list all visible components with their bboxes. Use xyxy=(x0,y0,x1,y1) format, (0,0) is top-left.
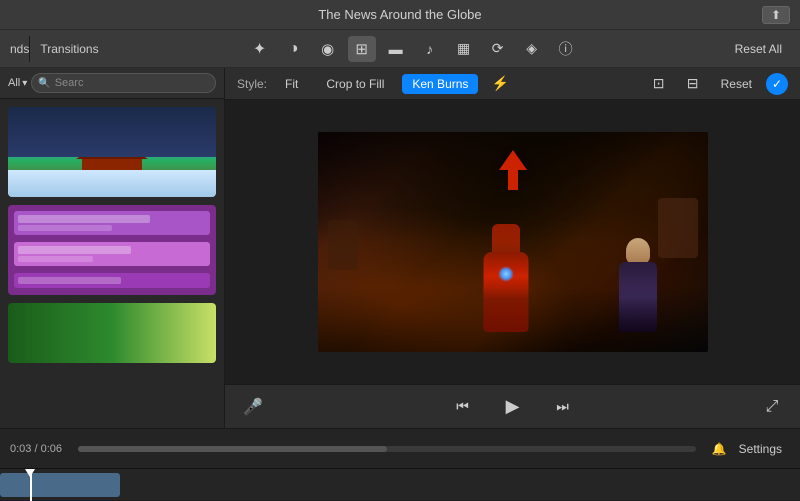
timecode-display: 0:03 / 0:06 xyxy=(10,443,62,455)
arrow-up-indicator xyxy=(499,150,527,170)
toolbar-left: nds Transitions xyxy=(10,36,99,62)
list-item[interactable] xyxy=(8,107,216,197)
sidebar: All ▾ 🔍 Searc xyxy=(0,68,225,428)
search-placeholder: Searc xyxy=(55,77,84,89)
skip-back-icon: ⏮ xyxy=(456,398,469,415)
toolbar-right: Reset All xyxy=(727,39,790,59)
fit-button[interactable]: Fit xyxy=(275,74,308,94)
thumbnail-image-1 xyxy=(8,107,216,197)
checkmark-icon: ✓ xyxy=(772,77,782,91)
layout-wrapper: All ▾ 🔍 Searc xyxy=(0,68,800,500)
style-icon-a: ⊡ xyxy=(653,75,665,92)
arrow-stem xyxy=(508,168,518,190)
timeline-progress xyxy=(78,446,387,452)
chevron-down-icon: ▾ xyxy=(22,78,27,89)
figure-chest-glow xyxy=(498,266,514,282)
equalizer-button[interactable]: ▦ xyxy=(450,36,478,62)
sidebar-search-bar: All ▾ 🔍 Searc xyxy=(0,68,224,99)
microphone-button[interactable]: 🎤 xyxy=(239,393,267,421)
skip-forward-icon: ⏭ xyxy=(556,398,569,415)
timeline-right: 🔔 Settings xyxy=(712,439,790,459)
timeline-area xyxy=(0,468,800,500)
speed-button[interactable]: ⟳ xyxy=(484,36,512,62)
list-item[interactable] xyxy=(8,205,216,295)
content-area: All ▾ 🔍 Searc xyxy=(0,68,800,428)
info-button[interactable]: ⓘ xyxy=(552,36,580,62)
palette-icon: ◉ xyxy=(321,40,334,58)
confirm-button[interactable]: ✓ xyxy=(766,73,788,95)
lightning-button[interactable]: ⚡ xyxy=(486,71,514,97)
camera-button[interactable]: ▬ xyxy=(382,36,410,62)
toolbar: nds Transitions ✦ ◑ ◉ ⊞ ▬ ♪ ▦ ⟳ ◈ xyxy=(0,30,800,68)
fullscreen-button[interactable]: ⤢ xyxy=(758,393,786,421)
window-title: The News Around the Globe xyxy=(318,7,481,22)
search-box[interactable]: 🔍 Searc xyxy=(31,73,216,93)
timeline-clip[interactable] xyxy=(0,473,120,497)
style-icon-a-button[interactable]: ⊡ xyxy=(645,71,673,97)
color-balance-button[interactable]: ◑ xyxy=(280,36,308,62)
right-panel: Style: Fit Crop to Fill Ken Burns ⚡ ⊡ ⊟ … xyxy=(225,68,800,428)
style-icon-b-button[interactable]: ⊟ xyxy=(679,71,707,97)
color-correction-button[interactable]: ◉ xyxy=(314,36,342,62)
skip-back-button[interactable]: ⏮ xyxy=(449,393,477,421)
reset-button[interactable]: Reset xyxy=(713,74,760,94)
stabilize-button[interactable]: ◈ xyxy=(518,36,546,62)
speed-icon: ⟳ xyxy=(492,40,504,57)
export-icon: ⬆ xyxy=(771,8,781,22)
color-wheel-icon: ◑ xyxy=(289,40,299,58)
crop-icon: ⊞ xyxy=(355,40,368,58)
play-icon: ▶ xyxy=(506,396,520,417)
video-scene xyxy=(318,132,708,352)
crop-to-fill-button[interactable]: Crop to Fill xyxy=(316,74,394,94)
skip-forward-button[interactable]: ⏭ xyxy=(549,393,577,421)
bars-icon: ▦ xyxy=(457,40,470,57)
controls-bar: 🎤 ⏮ ▶ ⏭ ⤢ xyxy=(225,384,800,428)
play-button[interactable]: ▶ xyxy=(497,391,529,423)
robot-icon: ◈ xyxy=(526,40,537,57)
style-label: Style: xyxy=(237,77,267,91)
enhance-button[interactable]: ✦ xyxy=(246,36,274,62)
timeline-bar: 0:03 / 0:06 🔔 Settings xyxy=(0,428,800,468)
crop-button[interactable]: ⊞ xyxy=(348,36,376,62)
sidebar-media-list xyxy=(0,99,224,428)
mic-icon: 🎤 xyxy=(243,397,263,417)
title-bar-buttons: ⬆ xyxy=(762,6,790,24)
export-button[interactable]: ⬆ xyxy=(762,6,790,24)
toolbar-tab-transitions[interactable]: Transitions xyxy=(40,36,98,62)
search-icon: 🔍 xyxy=(38,78,50,89)
settings-button[interactable]: Settings xyxy=(731,439,790,459)
video-container xyxy=(225,100,800,384)
list-item[interactable] xyxy=(8,303,216,363)
audio-icon: ♪ xyxy=(426,41,433,57)
expand-icon: ⤢ xyxy=(766,398,779,416)
toolbar-center: ✦ ◑ ◉ ⊞ ▬ ♪ ▦ ⟳ ◈ ⓘ xyxy=(105,36,721,62)
info-icon: ⓘ xyxy=(559,39,573,59)
reset-all-button[interactable]: Reset All xyxy=(727,39,790,59)
playhead-line xyxy=(30,469,32,501)
volume-icon: 🔔 xyxy=(712,442,727,456)
style-icon-b: ⊟ xyxy=(687,75,699,92)
style-bar-right: ⊡ ⊟ Reset ✓ xyxy=(645,71,788,97)
timeline-clip-area xyxy=(0,469,800,500)
style-bar: Style: Fit Crop to Fill Ken Burns ⚡ ⊡ ⊟ … xyxy=(225,68,800,100)
thumbnail-image-2 xyxy=(8,205,216,295)
wand-icon: ✦ xyxy=(253,39,266,59)
audio-button[interactable]: ♪ xyxy=(416,36,444,62)
toolbar-tab-sounds[interactable]: nds xyxy=(10,36,30,62)
all-selector[interactable]: All ▾ xyxy=(8,77,27,89)
timeline-scrubber[interactable] xyxy=(78,446,696,452)
video-preview xyxy=(318,132,708,352)
title-bar: The News Around the Globe ⬆ xyxy=(0,0,800,30)
camera-icon: ▬ xyxy=(389,41,403,57)
ken-burns-button[interactable]: Ken Burns xyxy=(402,74,478,94)
lightning-icon: ⚡ xyxy=(492,75,509,92)
all-label: All xyxy=(8,77,20,89)
